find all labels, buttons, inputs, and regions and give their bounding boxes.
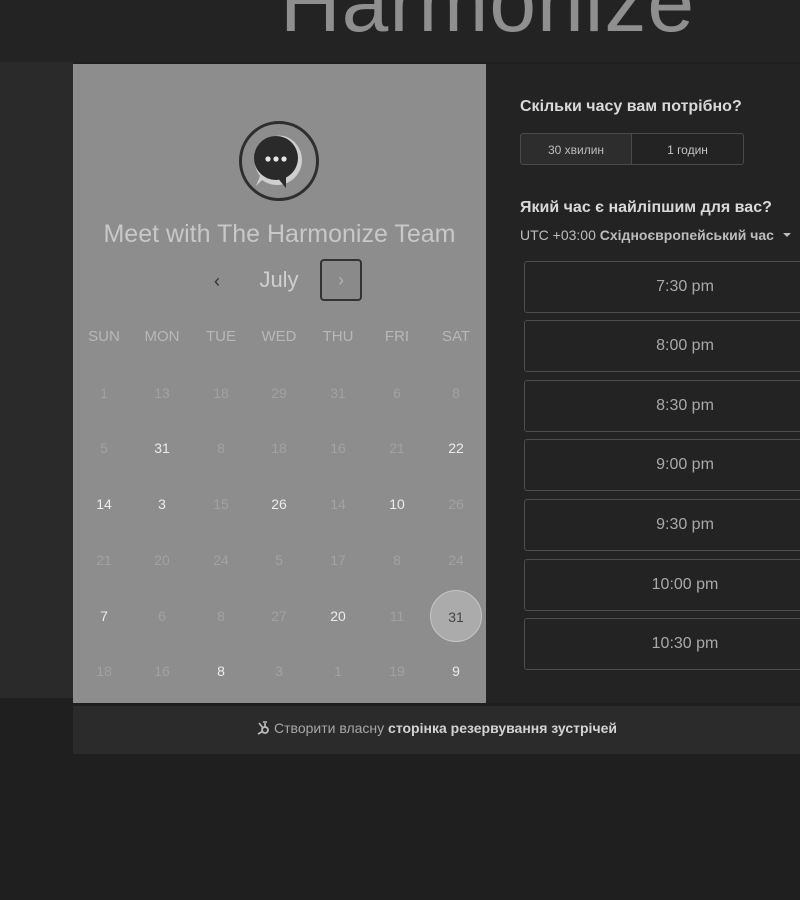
calendar-day[interactable]: 19 [372, 659, 422, 683]
calendar-day[interactable]: 8 [372, 548, 422, 572]
calendar-day[interactable]: 11 [372, 604, 422, 628]
calendar-day[interactable]: 14 [313, 492, 363, 516]
timezone-offset: UTC +03:00 [520, 227, 596, 243]
booking-panel: Скільки часу вам потрібно? 30 хвилин 1 г… [486, 64, 800, 703]
calendar-day[interactable]: 1 [313, 659, 363, 683]
weekday-header: SAT [441, 328, 471, 345]
calendar-day[interactable]: 5 [254, 548, 304, 572]
time-slot[interactable]: 9:00 pm [524, 439, 800, 491]
calendar-day[interactable]: 20 [137, 548, 187, 572]
calendar-day[interactable]: 26 [431, 492, 481, 516]
timezone-name: Східноєвропейський час [599, 227, 774, 243]
calendar-day[interactable]: 21 [79, 548, 129, 572]
calendar-day[interactable]: 16 [313, 436, 363, 460]
calendar-day[interactable]: 21 [372, 436, 422, 460]
calendar-day[interactable]: 31 [137, 436, 187, 460]
weekday-header: FRI [384, 328, 410, 345]
header: Harmonize [0, 0, 800, 62]
time-slot-label: 10:00 pm [651, 576, 719, 593]
time-slot[interactable]: 8:00 pm [524, 320, 800, 372]
calendar-day-selected[interactable]: 31 [430, 590, 482, 642]
calendar-day[interactable]: 18 [79, 659, 129, 683]
month-label: July [259, 267, 299, 292]
meeting-title: Meet with The Harmonize Team [103, 220, 456, 248]
weekday-header: THU [322, 328, 354, 345]
avatar [239, 121, 319, 201]
calendar-day[interactable]: 31 [313, 381, 363, 405]
calendar-day[interactable]: 8 [431, 381, 481, 405]
weekday-header: TUE [206, 328, 236, 345]
calendar-day[interactable]: 6 [372, 381, 422, 405]
calendar-day[interactable]: 7 [79, 604, 129, 628]
time-slot-label: 8:00 pm [656, 337, 714, 354]
weekday-header: WED [261, 328, 297, 345]
calendar-day[interactable]: 3 [137, 492, 187, 516]
time-slot-label: 8:30 pm [656, 397, 714, 414]
harmonize-logo-icon [160, 0, 250, 12]
calendar-day[interactable]: 8 [196, 659, 246, 683]
duration-option-30min[interactable]: 30 хвилин [520, 133, 632, 165]
prev-month-button[interactable]: ‹ [197, 261, 237, 301]
calendar-day[interactable]: 16 [137, 659, 187, 683]
chevron-right-icon: › [338, 270, 344, 290]
time-slot[interactable]: 7:30 pm [524, 261, 800, 313]
calendar-day[interactable]: 10 [372, 492, 422, 516]
footer-link-text[interactable]: сторінка резервування зустрічей [388, 720, 617, 736]
chevron-left-icon: ‹ [214, 271, 220, 291]
time-slot[interactable]: 8:30 pm [524, 380, 800, 432]
calendar-day[interactable]: 26 [254, 492, 304, 516]
calendar-day[interactable]: 6 [137, 604, 187, 628]
footer-link[interactable]: Створити власну сторінка резервування зу… [73, 720, 800, 736]
weekday-header: SUN [88, 328, 120, 345]
brand-name: Harmonize [280, 0, 696, 49]
calendar-day[interactable]: 20 [313, 604, 363, 628]
calendar-day[interactable]: 8 [196, 604, 246, 628]
calendar-day[interactable]: 5 [79, 436, 129, 460]
footer-prefix: Створити власну [274, 720, 385, 736]
calendar-day[interactable]: 1 [79, 381, 129, 405]
calendar-day[interactable]: 18 [254, 436, 304, 460]
calendar-day[interactable]: 13 [137, 381, 187, 405]
time-slot[interactable]: 10:30 pm [524, 618, 800, 670]
weekday-header: MON [144, 328, 180, 345]
time-slot[interactable]: 9:30 pm [524, 499, 800, 551]
calendar-day[interactable]: 24 [431, 548, 481, 572]
chat-bubble-icon [254, 135, 302, 188]
calendar-day[interactable]: 17 [313, 548, 363, 572]
time-slot-label: 10:30 pm [651, 635, 719, 652]
next-month-button[interactable]: › [320, 259, 362, 301]
calendar-day[interactable]: 22 [431, 436, 481, 460]
calendar-day[interactable]: 29 [254, 381, 304, 405]
time-slot-label: 9:00 pm [656, 456, 714, 473]
calendar-day[interactable]: 15 [196, 492, 246, 516]
side-band [0, 62, 73, 698]
hubspot-sprocket-icon [257, 721, 269, 735]
caret-down-icon [782, 233, 791, 237]
duration-option-1hour[interactable]: 1 годин [631, 133, 744, 165]
footer-bar: Створити власну сторінка резервування зу… [73, 706, 800, 754]
time-slot-label: 7:30 pm [656, 278, 714, 295]
calendar-day[interactable]: 8 [196, 436, 246, 460]
time-slot[interactable]: 10:00 pm [524, 559, 800, 611]
calendar-day[interactable]: 24 [196, 548, 246, 572]
calendar-day[interactable]: 18 [196, 381, 246, 405]
calendar-day[interactable]: 14 [79, 492, 129, 516]
calendar-day[interactable]: 27 [254, 604, 304, 628]
time-question: Який час є найліпшим для вас? [520, 199, 772, 216]
time-slot-label: 9:30 pm [656, 516, 714, 533]
calendar-day[interactable]: 9 [431, 659, 481, 683]
timezone-selector[interactable]: UTC +03:00 Східноєвропейський час [520, 227, 792, 243]
calendar-panel: Meet with The Harmonize Team ‹ July › SU… [73, 64, 486, 703]
duration-question: Скільки часу вам потрібно? [520, 98, 742, 115]
calendar-day[interactable]: 3 [254, 659, 304, 683]
